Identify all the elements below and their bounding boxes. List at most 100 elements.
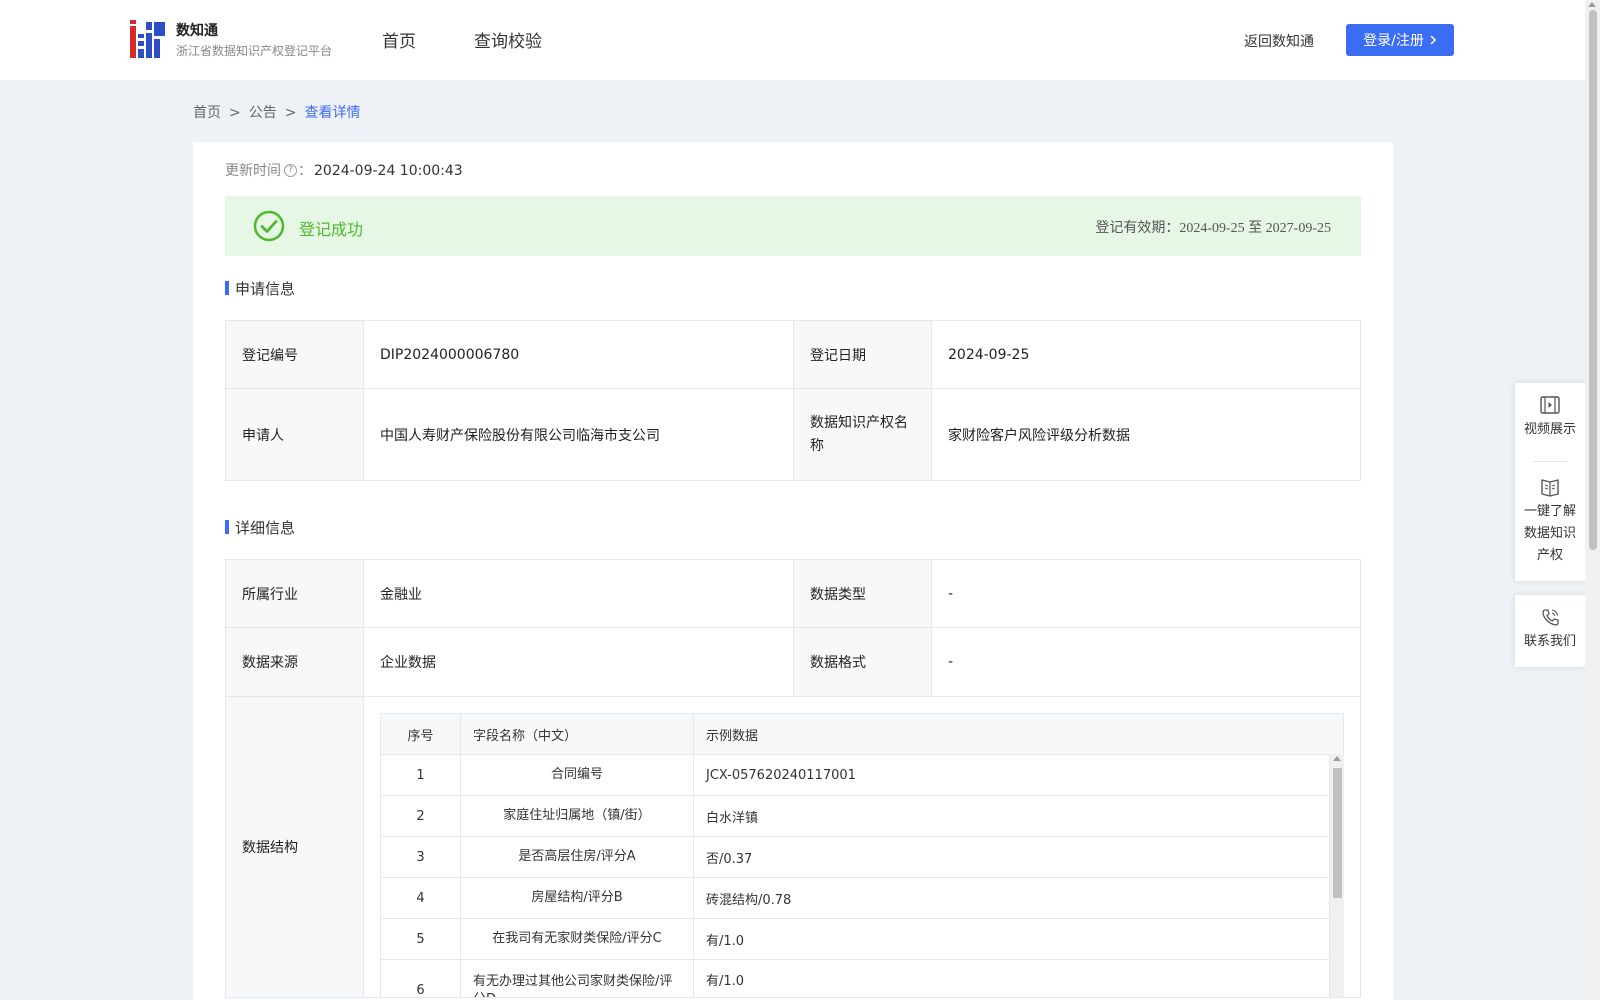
breadcrumb-current: 查看详情 [304, 105, 361, 121]
page-scroll-up-arrow-icon[interactable] [1588, 2, 1596, 7]
row-index: 3 [380, 836, 461, 878]
ip-name-label: 数据知识产权名称 [793, 388, 932, 481]
nav-home[interactable]: 首页 [382, 27, 416, 52]
ip-name-value: 家财险客户风险评级分析数据 [931, 388, 1361, 481]
row-field-name: 是否高层住房/评分A [460, 836, 694, 878]
reg-date-value: 2024-09-25 [931, 320, 1361, 389]
top-header: 数知通 浙江省数据知识产权登记平台 首页 查询校验 返回数知通 登录/注册 [0, 0, 1585, 80]
applicant-value: 中国人寿财产保险股份有限公司临海市支公司 [363, 388, 794, 481]
row-field-name: 合同编号 [460, 754, 694, 796]
video-showcase-button[interactable]: 视频展示 [1515, 395, 1585, 441]
data-structure-cell: 序号 字段名称（中文） 示例数据 1 合同编号 JCX-057620240117… [363, 696, 1361, 998]
industry-label: 所属行业 [225, 559, 364, 628]
check-circle-icon [253, 210, 285, 242]
reg-date-label: 登记日期 [793, 320, 932, 389]
row-field-name: 在我司有无家财类保险/评分C [460, 918, 694, 960]
data-type-value: - [931, 559, 1361, 628]
col-header-sample-data: 示例数据 [693, 713, 1344, 755]
table-row: 5 在我司有无家财类保险/评分C 有/1.0 [380, 918, 1344, 960]
data-structure-scroll-area[interactable]: 序号 字段名称（中文） 示例数据 1 合同编号 JCX-057620240117… [380, 697, 1344, 997]
breadcrumb-separator: > [229, 105, 241, 121]
update-time-label: 更新时间 [225, 163, 281, 179]
table-row: 1 合同编号 JCX-057620240117001 [380, 754, 1344, 796]
table-row: 2 家庭住址归属地（镇/街） 白水洋镇 [380, 795, 1344, 837]
chevron-right-icon [1430, 35, 1436, 45]
table-row: 6 有无办理过其他公司家财类保险/评分D 有/1.0 [380, 959, 1344, 997]
contact-panel: 联系我们 [1515, 595, 1585, 667]
book-icon [1541, 479, 1559, 497]
table-row: 4 房屋结构/评分B 砖混结构/0.78 [380, 877, 1344, 919]
update-time-row: 更新时间?： 2024-09-24 10:00:43 [225, 160, 463, 180]
registration-status-text: 登记成功 [299, 220, 364, 239]
floating-help-panel: 视频展示 一键了解 数据知识 产权 [1515, 383, 1585, 581]
page-scroll-thumb[interactable] [1589, 10, 1597, 550]
contact-us-label: 联系我们 [1523, 634, 1576, 649]
application-info-title: 申请信息 [225, 278, 295, 299]
table-row: 数据来源 企业数据 数据格式 - [225, 627, 1361, 697]
row-index: 4 [380, 877, 461, 919]
breadcrumb-separator: > [284, 105, 297, 121]
table-row: 所属行业 金融业 数据类型 - [225, 559, 1361, 628]
table-scrollbar[interactable] [1329, 754, 1344, 997]
login-register-label: 登录/注册 [1363, 33, 1424, 49]
nav-query-verify[interactable]: 查询校验 [474, 27, 542, 52]
detail-info-table: 所属行业 金融业 数据类型 - 数据来源 企业数据 数据格式 - 数据结构 序号… [225, 559, 1361, 998]
data-format-label: 数据格式 [793, 627, 932, 697]
video-showcase-label: 视频展示 [1523, 422, 1576, 437]
learn-line-1: 一键了解 [1523, 504, 1576, 519]
row-field-name: 有无办理过其他公司家财类保险/评分D [460, 959, 694, 997]
data-format-value: - [931, 627, 1361, 697]
applicant-label: 申请人 [225, 388, 364, 481]
row-field-name: 房屋结构/评分B [460, 877, 694, 919]
table-row: 3 是否高层住房/评分A 否/0.37 [380, 836, 1344, 878]
data-source-value: 企业数据 [363, 627, 794, 697]
row-sample-data: JCX-057620240117001 [693, 754, 1344, 796]
update-time-colon: ： [298, 163, 312, 179]
video-icon [1540, 396, 1560, 414]
breadcrumb-home[interactable]: 首页 [193, 105, 221, 121]
update-time-value: 2024-09-24 10:00:43 [314, 163, 463, 179]
row-index: 5 [380, 918, 461, 960]
reg-number-value: DIP2024000006780 [363, 320, 794, 389]
question-circle-icon[interactable]: ? [284, 163, 297, 177]
learn-line-2: 数据知识 [1523, 526, 1576, 541]
data-type-label: 数据类型 [793, 559, 932, 628]
validity-value: 2024-09-25 至 2027-09-25 [1179, 221, 1331, 236]
table-row: 登记编号 DIP2024000006780 登记日期 2024-09-25 [225, 320, 1361, 389]
brand-name: 数知通 [176, 23, 218, 39]
scroll-thumb[interactable] [1333, 768, 1342, 898]
application-info-table: 登记编号 DIP2024000006780 登记日期 2024-09-25 申请… [225, 320, 1361, 481]
login-register-button[interactable]: 登录/注册 [1346, 24, 1454, 56]
row-sample-data: 有/1.0 [693, 918, 1344, 960]
back-to-shuzhitong-link[interactable]: 返回数知通 [1244, 31, 1314, 51]
row-index: 2 [380, 795, 461, 837]
industry-value: 金融业 [363, 559, 794, 628]
data-structure-table: 序号 字段名称（中文） 示例数据 1 合同编号 JCX-057620240117… [380, 713, 1344, 997]
validity-period: 登记有效期：2024-09-25 至 2027-09-25 [1095, 217, 1331, 237]
row-index: 1 [380, 754, 461, 796]
brand-subtitle: 浙江省数据知识产权登记平台 [176, 44, 333, 58]
phone-icon [1542, 609, 1559, 626]
learn-line-3: 产权 [1536, 548, 1563, 563]
side-divider [1533, 461, 1567, 462]
row-sample-data: 白水洋镇 [693, 795, 1344, 837]
page-scrollbar[interactable] [1585, 0, 1600, 1000]
platform-logo[interactable] [130, 20, 165, 58]
breadcrumb-notice[interactable]: 公告 [249, 105, 277, 121]
table-row: 数据结构 序号 字段名称（中文） 示例数据 1 合同编号 JCX-0576202… [225, 696, 1361, 998]
registration-status-banner: 登记成功 登记有效期：2024-09-25 至 2027-09-25 [225, 196, 1361, 256]
col-header-index: 序号 [380, 713, 461, 755]
detail-card: 更新时间?： 2024-09-24 10:00:43 登记成功 登记有效期：202… [193, 142, 1393, 1000]
row-field-name: 家庭住址归属地（镇/街） [460, 795, 694, 837]
detail-info-title: 详细信息 [225, 517, 295, 538]
col-header-field-name: 字段名称（中文） [460, 713, 694, 755]
table-header-row: 序号 字段名称（中文） 示例数据 [380, 713, 1344, 755]
table-row: 申请人 中国人寿财产保险股份有限公司临海市支公司 数据知识产权名称 家财险客户风… [225, 388, 1361, 481]
scroll-up-arrow-icon[interactable] [1333, 756, 1341, 761]
learn-data-ip-button[interactable]: 一键了解 数据知识 产权 [1515, 477, 1585, 567]
row-sample-data: 砖混结构/0.78 [693, 877, 1344, 919]
row-sample-data: 有/1.0 [693, 959, 1344, 997]
data-source-label: 数据来源 [225, 627, 364, 697]
contact-us-button[interactable]: 联系我们 [1515, 607, 1585, 653]
validity-label: 登记有效期： [1095, 220, 1180, 236]
